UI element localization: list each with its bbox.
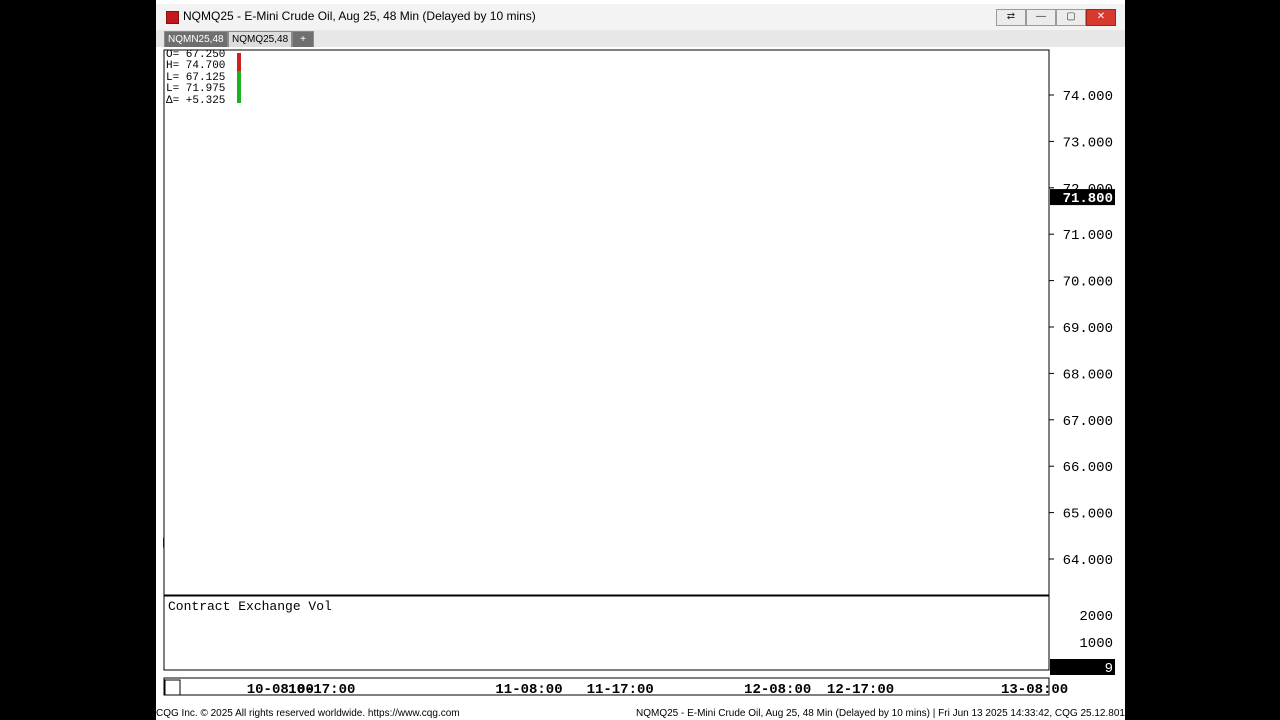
link-button[interactable]: ⇄	[996, 9, 1026, 26]
close-button[interactable]: ✕	[1086, 9, 1116, 26]
tab-nqmq25[interactable]: NQMQ25,48	[228, 31, 293, 48]
minimize-button[interactable]: —	[1026, 9, 1056, 26]
ohlc-down-swatch	[237, 53, 241, 71]
status-info: NQMQ25 - E-Mini Crude Oil, Aug 25, 48 Mi…	[636, 707, 1131, 720]
date-tick-label: 12-08:00	[744, 682, 811, 698]
volume-panel-title: Contract Exchange Vol	[168, 599, 332, 614]
ohlc-readout: O= 67.250 H= 74.700 L= 67.125 L= 71.975 Δ= +…	[166, 49, 226, 107]
date-tick-label: 10-17:00	[288, 682, 355, 698]
add-tab-button[interactable]: +	[292, 31, 314, 48]
change-readout: Δ= +5.325	[166, 94, 226, 107]
price-tick-label: 68.000	[1063, 367, 1113, 383]
ohlc-up-swatch	[237, 71, 241, 103]
date-tick-label: 12-17:00	[827, 682, 894, 698]
price-tick-label: 65.000	[1063, 507, 1113, 523]
tab-bar: NQMN25,48 NQMQ25,48 +	[156, 30, 1125, 48]
last-price-label: 71.800	[1063, 191, 1113, 207]
last-volume-label: 9	[1105, 661, 1113, 677]
maximize-button[interactable]: ▢	[1056, 9, 1086, 26]
date-tick-label: 13-08:00	[1001, 682, 1068, 698]
title-bar[interactable]: NQMQ25 - E-Mini Crude Oil, Aug 25, 48 Mi…	[156, 4, 1125, 31]
window-title: NQMQ25 - E-Mini Crude Oil, Aug 25, 48 Mi…	[183, 9, 536, 23]
price-tick-label: 66.000	[1063, 460, 1113, 476]
last-readout: L= 71.975	[166, 83, 226, 96]
date-tick-label: 11-17:00	[587, 682, 654, 698]
volume-tick-label: 1000	[1079, 636, 1113, 652]
status-copyright: CQG Inc. © 2025 All rights reserved worl…	[156, 707, 636, 720]
price-tick-label: 71.000	[1063, 228, 1113, 244]
price-panel-frame	[163, 49, 1050, 596]
tab-nqmn25[interactable]: NQMN25,48	[164, 31, 228, 48]
price-tick-label: 67.000	[1063, 414, 1113, 430]
cqg-logo-icon	[166, 11, 179, 24]
chart-area[interactable]: 74.00073.00072.00071.00070.00069.00068.0…	[156, 47, 1125, 707]
scroll-handle	[164, 679, 181, 696]
price-tick-label: 74.000	[1063, 89, 1113, 105]
price-chart[interactable]: 74.00073.00072.00071.00070.00069.00068.0…	[156, 47, 1125, 707]
price-tick-label: 69.000	[1063, 321, 1113, 337]
volume-tick-label: 2000	[1079, 609, 1113, 625]
price-tick-label: 73.000	[1063, 135, 1113, 151]
date-tick-label: 11-08:00	[495, 682, 562, 698]
price-tick-label: 64.000	[1063, 553, 1113, 569]
price-tick-label: 70.000	[1063, 275, 1113, 291]
